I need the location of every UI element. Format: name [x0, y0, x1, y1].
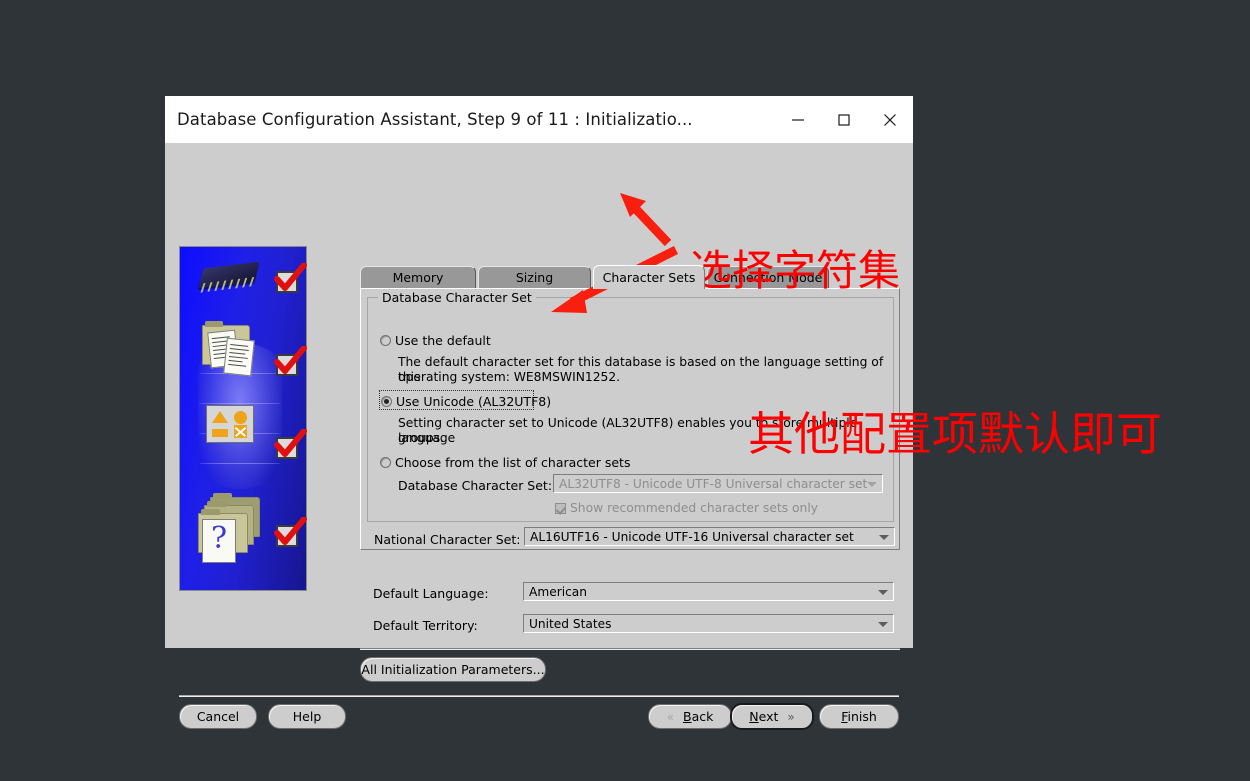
tab-sizing-label: Sizing [515, 270, 554, 285]
close-button[interactable] [867, 96, 913, 143]
radio-indicator [380, 457, 391, 468]
radio-indicator [381, 396, 392, 407]
close-icon [884, 113, 896, 126]
all-initialization-parameters-button[interactable]: All Initialization Parameters... [360, 657, 546, 682]
national-character-set-value: AL16UTF16 - Unicode UTF-16 Universal cha… [530, 529, 854, 544]
default-territory-combo[interactable]: United States [523, 614, 894, 633]
shapes-icon [206, 405, 254, 443]
finish-label: inish [847, 709, 877, 724]
help-button[interactable]: Help [268, 704, 346, 729]
question-document-icon: ? [202, 519, 236, 563]
national-character-set-combo[interactable]: AL16UTF16 - Unicode UTF-16 Universal cha… [524, 527, 895, 546]
radio-use-the-default[interactable]: Use the default [380, 333, 491, 348]
radio-use-the-default-label: Use the default [395, 333, 491, 348]
cancel-button[interactable]: Cancel [179, 704, 257, 729]
dbca-window: Database Configuration Assistant, Step 9… [165, 96, 913, 730]
window-titlebar: Database Configuration Assistant, Step 9… [165, 96, 913, 143]
window-client-area: ? Memory Sizing Character Sets Connectio… [165, 143, 913, 730]
database-character-set-value: AL32UTF8 - Unicode UTF-8 Universal chara… [559, 476, 868, 491]
database-character-set-label: Database Character Set: [398, 478, 553, 493]
radio-choose-from-list[interactable]: Choose from the list of character sets [380, 455, 630, 470]
radio-use-unicode[interactable]: Use Unicode (AL32UTF8) [381, 394, 551, 409]
annotation-others-default: 其他配置项默认即可 [748, 407, 1162, 461]
checkbox-indicator [555, 502, 566, 514]
radio-indicator [380, 335, 391, 346]
show-recommended-label: Show recommended character sets only [570, 501, 819, 515]
chevron-down-icon [867, 481, 877, 487]
back-chevron-icon: « [666, 709, 674, 724]
next-button[interactable]: Next » [730, 703, 814, 730]
document-icon [223, 337, 255, 377]
use-default-help-line-2: operating system: WE8MSWIN1252. [398, 370, 621, 384]
default-language-value: American [529, 584, 587, 599]
minimize-button[interactable] [775, 96, 821, 143]
back-button[interactable]: « Back [648, 704, 732, 729]
use-unicode-help-line-2: groups. [398, 431, 445, 445]
tab-memory[interactable]: Memory [360, 266, 476, 288]
chevron-down-icon [878, 589, 888, 595]
next-mnemonic: N [749, 709, 759, 724]
all-initialization-parameters-label: All Initialization Parameters... [361, 662, 545, 677]
minimize-icon [792, 118, 804, 121]
screen: Database Configuration Assistant, Step 9… [0, 0, 1250, 781]
tab-memory-label: Memory [392, 270, 444, 285]
show-recommended-checkbox[interactable]: Show recommended character sets only [555, 501, 818, 515]
national-character-set-label: National Character Set: [374, 532, 521, 547]
chevron-down-icon [878, 621, 888, 627]
maximize-button[interactable] [821, 96, 867, 143]
default-language-combo[interactable]: American [523, 582, 894, 601]
window-controls [775, 96, 913, 143]
tab-character-sets[interactable]: Character Sets [593, 265, 705, 289]
help-label: Help [292, 709, 322, 724]
default-territory-label: Default Territory: [373, 618, 478, 633]
default-language-label: Default Language: [373, 586, 489, 601]
group-title: Database Character Set [378, 290, 536, 305]
radio-choose-from-list-label: Choose from the list of character sets [395, 455, 631, 470]
back-mnemonic: B [682, 709, 692, 724]
database-character-set-combo[interactable]: AL32UTF8 - Unicode UTF-8 Universal chara… [553, 474, 883, 493]
step-checkbox [276, 525, 298, 547]
cancel-label: Cancel [196, 709, 240, 724]
finish-button[interactable]: Finish [819, 704, 899, 729]
radio-use-unicode-label: Use Unicode (AL32UTF8) [396, 394, 552, 409]
step-checkbox [276, 354, 298, 376]
next-chevron-icon: » [787, 709, 795, 724]
default-territory-value: United States [529, 616, 612, 631]
chevron-down-icon [879, 534, 889, 540]
step-checkbox [276, 437, 298, 459]
maximize-icon [838, 113, 850, 126]
tab-character-sets-label: Character Sets [602, 270, 696, 285]
back-label: ack [691, 709, 714, 724]
annotation-select-charset: 选择字符集 [690, 246, 901, 295]
footer-divider [179, 695, 899, 697]
step-checkbox [276, 271, 298, 293]
tab-sizing[interactable]: Sizing [478, 266, 591, 288]
window-title: Database Configuration Assistant, Step 9… [177, 110, 693, 129]
next-label: ext [758, 709, 779, 724]
